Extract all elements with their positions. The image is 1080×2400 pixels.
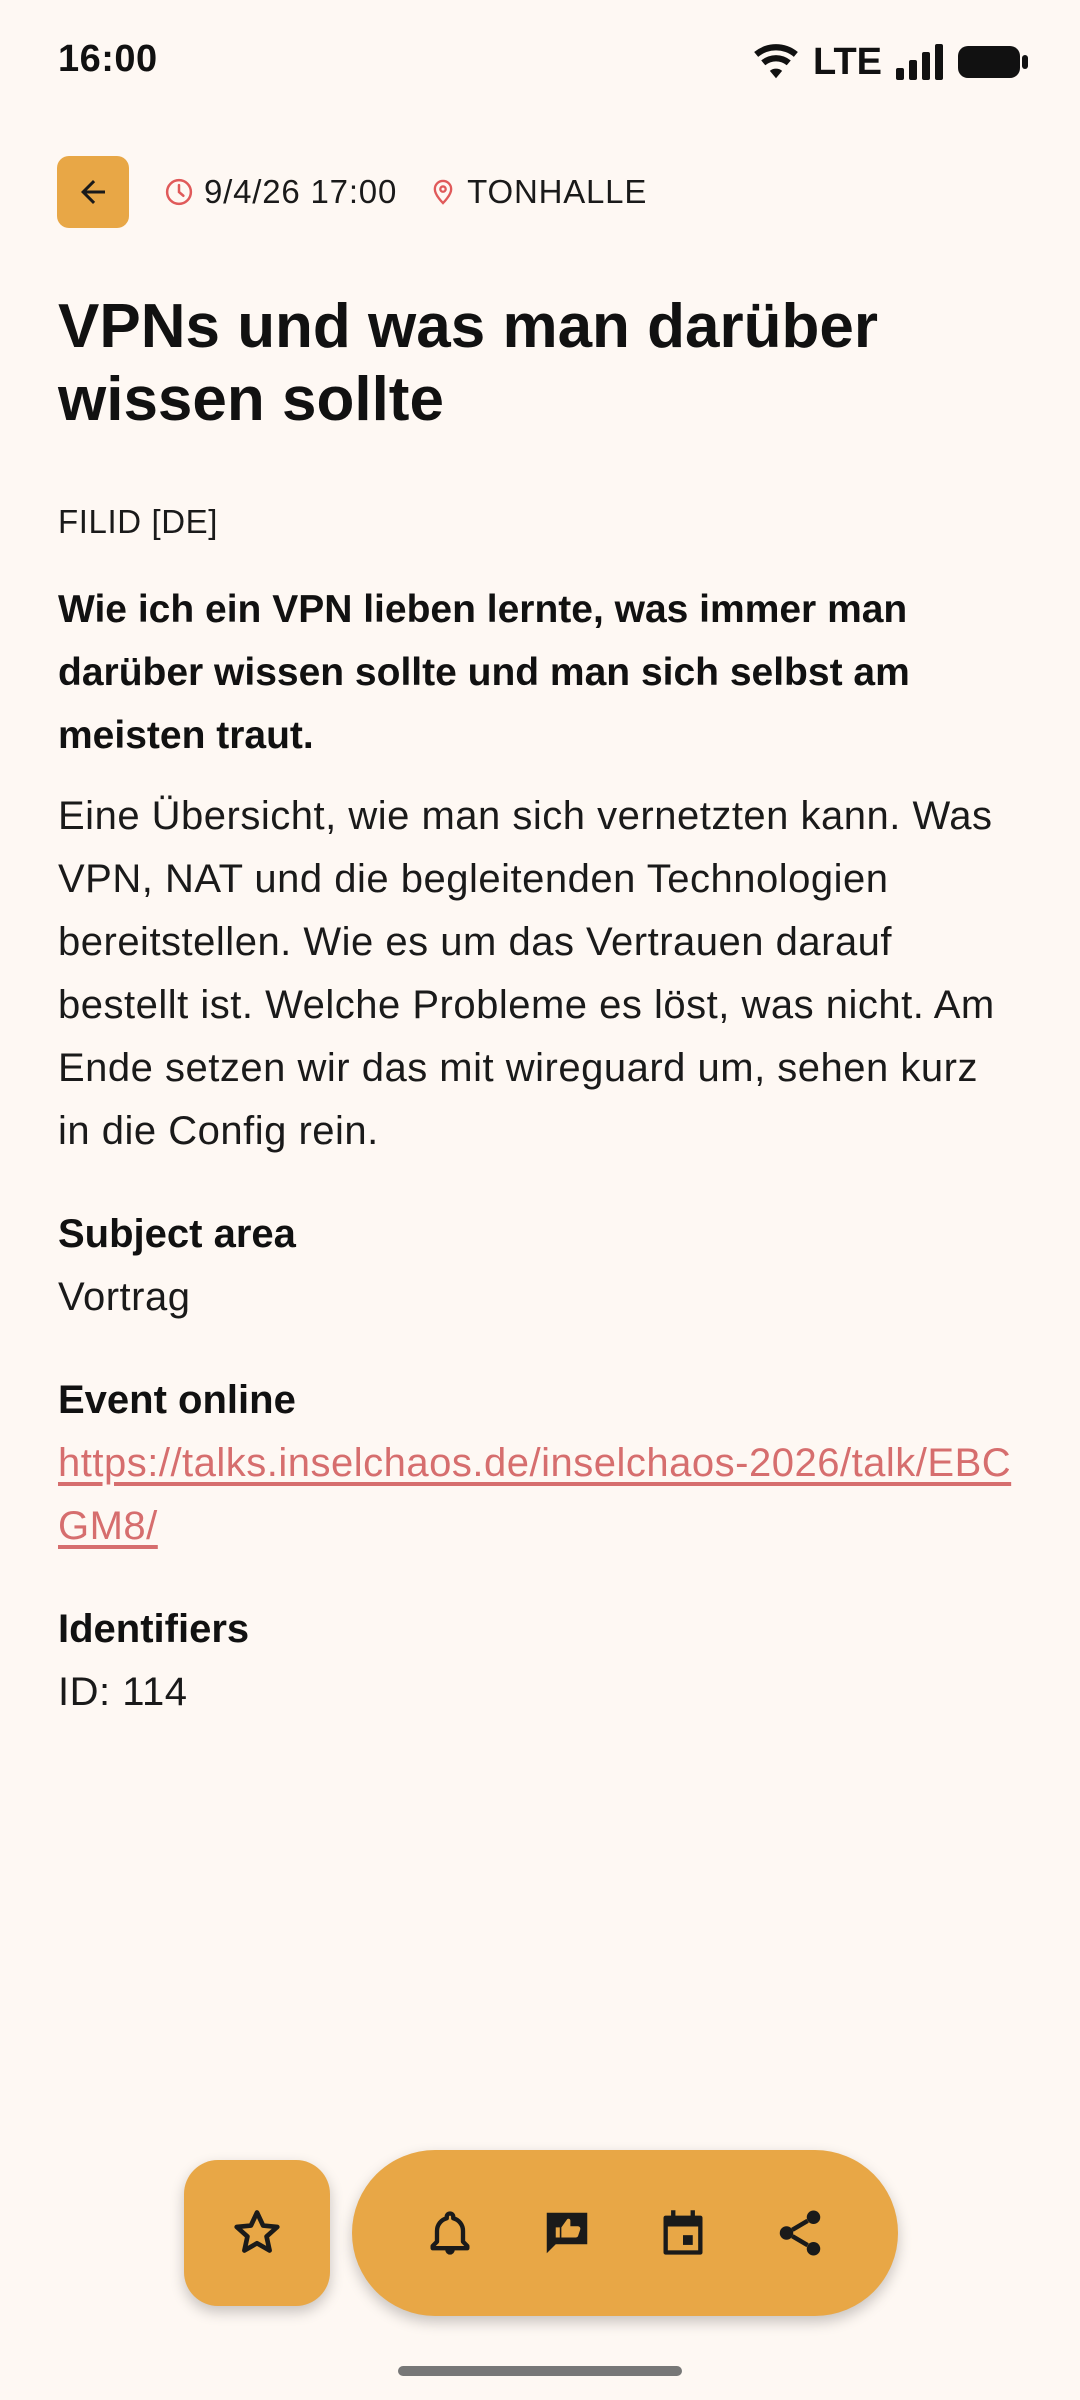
feedback-button[interactable]	[527, 2193, 607, 2273]
status-icons: LTE	[753, 40, 1030, 84]
share-button[interactable]	[760, 2193, 840, 2273]
event-meta: 9/4/26 17:00 TONHALLE	[164, 170, 647, 214]
event-speaker: FILID [DE]	[58, 503, 219, 540]
event-abstract: Eine Übersicht, wie man sich vernetzten …	[58, 794, 995, 1153]
identifiers-label: Identifiers	[58, 1607, 250, 1651]
identifiers-value: ID: 114	[58, 1670, 188, 1714]
back-button[interactable]	[57, 156, 129, 228]
star-outline-icon	[234, 2210, 280, 2253]
event-details: VPNs und was man darüber wissen sollte F…	[58, 290, 1018, 1724]
event-online-link[interactable]: https://talks.inselchaos.de/inselchaos-2…	[58, 1432, 1018, 1558]
subject-area-value: Vortrag	[58, 1275, 191, 1319]
alarm-button[interactable]	[410, 2193, 490, 2273]
bell-icon	[430, 2211, 470, 2255]
event-time: 9/4/26 17:00	[164, 173, 397, 211]
wifi-icon	[754, 44, 798, 79]
location-pin-icon	[433, 179, 453, 205]
event-location: TONHALLE	[429, 173, 647, 211]
clock-icon	[165, 178, 193, 206]
add-to-calendar-button[interactable]	[643, 2193, 723, 2273]
event-subtitle: Wie ich ein VPN lieben lernte, was immer…	[58, 588, 910, 757]
event-location-name: TONHALLE	[467, 173, 648, 210]
favorite-button[interactable]	[184, 2160, 330, 2306]
status-time: 16:00	[58, 38, 158, 80]
home-indicator[interactable]	[398, 2366, 682, 2376]
arrow-left-icon	[81, 180, 105, 204]
event-datetime: 9/4/26 17:00	[204, 173, 398, 210]
event-title: VPNs und was man darüber wissen sollte	[58, 292, 878, 434]
action-toolbar	[352, 2150, 898, 2316]
signal-icon	[896, 44, 943, 80]
subject-area-label: Subject area	[58, 1212, 296, 1256]
calendar-event-icon	[663, 2210, 703, 2255]
event-online-label: Event online	[58, 1378, 296, 1422]
share-icon	[779, 2210, 820, 2256]
status-bar: 16:00 LTE	[0, 0, 1080, 120]
network-type: LTE	[813, 41, 882, 83]
battery-icon	[958, 46, 1028, 78]
feedback-thumb-icon	[546, 2212, 587, 2254]
